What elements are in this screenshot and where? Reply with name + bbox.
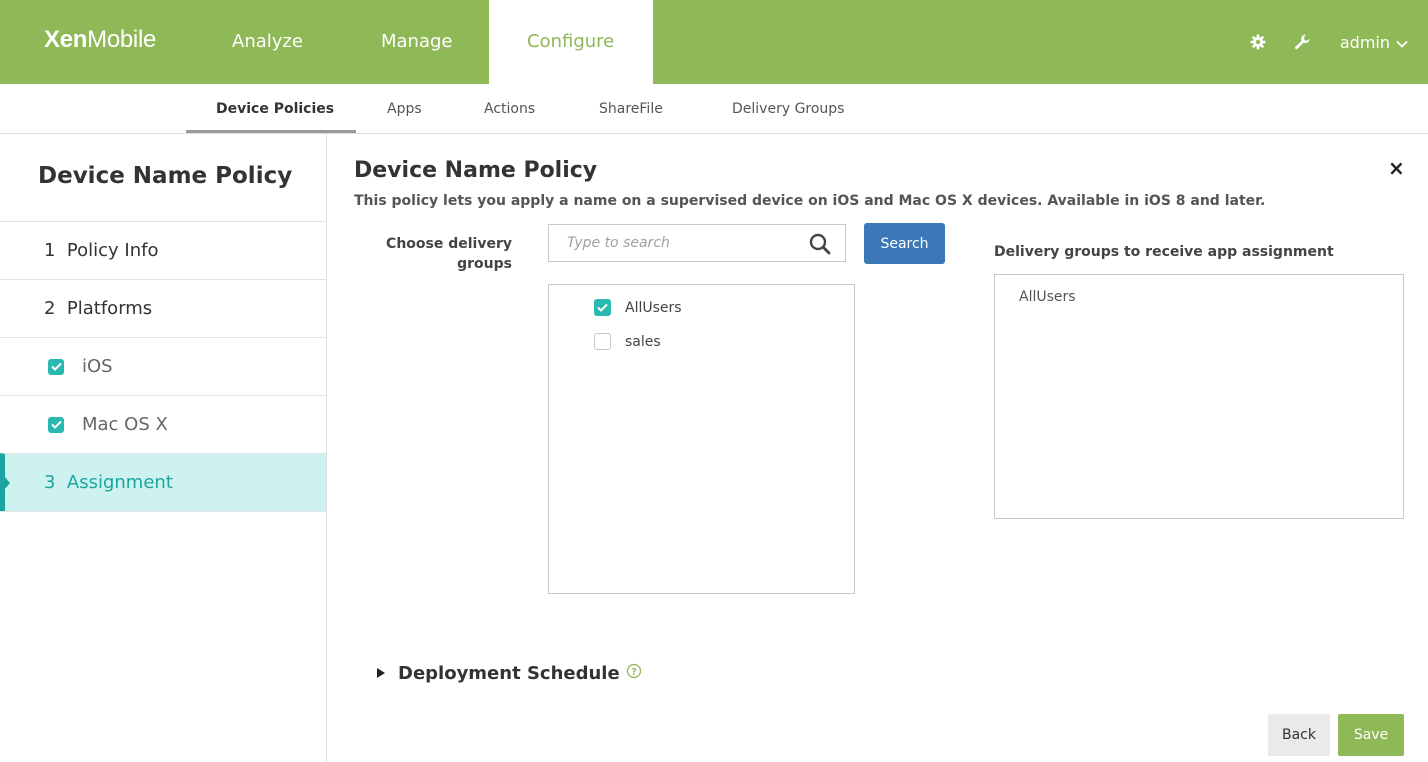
list-item: AllUsers: [1019, 289, 1076, 305]
sidebar-item-ios[interactable]: iOS: [0, 337, 326, 395]
sub-navigation: Device Policies Apps Actions ShareFile D…: [0, 84, 1428, 134]
nav-manage[interactable]: Manage: [381, 0, 453, 84]
sidebar-item-assignment[interactable]: 3 Assignment: [0, 453, 326, 511]
macos-checkbox[interactable]: [48, 416, 64, 433]
wizard-sidebar: Device Name Policy 1 Policy Info 2 Platf…: [0, 135, 327, 762]
check-icon: [597, 303, 608, 312]
logo-light: Mobile: [87, 26, 157, 53]
expand-triangle-icon: [376, 663, 386, 684]
sidebar-item-label: Mac OS X: [82, 414, 168, 435]
close-icon[interactable]: ×: [1388, 156, 1405, 180]
sidebar-divider: [0, 511, 326, 512]
sidebar-item-label: 3 Assignment: [44, 472, 173, 493]
top-right-controls: admin: [1250, 0, 1408, 84]
subnav-apps[interactable]: Apps: [387, 84, 422, 134]
subnav-actions[interactable]: Actions: [484, 84, 535, 134]
active-tab-indicator: [186, 130, 356, 133]
group-label: AllUsers: [625, 299, 682, 316]
admin-label: admin: [1339, 32, 1390, 52]
page-title: Device Name Policy: [354, 158, 598, 183]
sidebar-item-policy-info[interactable]: 1 Policy Info: [0, 221, 326, 279]
delivery-groups-list: AllUsers sales: [548, 284, 855, 594]
subnav-device-policies[interactable]: Device Policies: [216, 84, 334, 134]
subnav-sharefile[interactable]: ShareFile: [599, 84, 663, 134]
choose-delivery-groups-label: Choose delivery groups: [386, 236, 512, 272]
ios-checkbox[interactable]: [48, 358, 64, 375]
back-button[interactable]: Back: [1268, 714, 1330, 756]
save-button[interactable]: Save: [1338, 714, 1404, 756]
chevron-down-icon: [1396, 33, 1408, 52]
allusers-checkbox[interactable]: [594, 299, 611, 316]
search-button[interactable]: Search: [864, 223, 945, 264]
subnav-delivery-groups[interactable]: Delivery Groups: [732, 84, 844, 134]
search-input[interactable]: [549, 225, 799, 261]
admin-menu[interactable]: admin: [1340, 33, 1408, 52]
assigned-groups-list: AllUsers: [994, 274, 1404, 519]
list-item[interactable]: AllUsers: [594, 299, 682, 316]
sidebar-item-platforms[interactable]: 2 Platforms: [0, 279, 326, 337]
check-icon: [50, 420, 62, 429]
logo-bold: Xen: [44, 26, 88, 53]
assigned-groups-label: Delivery groups to receive app assignmen…: [994, 244, 1334, 260]
deployment-schedule-label: Deployment Schedule: [398, 663, 620, 684]
xenmobile-logo[interactable]: XenMobile: [44, 26, 156, 54]
sidebar-title: Device Name Policy: [38, 163, 293, 189]
search-icon[interactable]: [809, 233, 831, 259]
list-item[interactable]: sales: [594, 333, 661, 350]
search-field: [548, 224, 846, 262]
nav-analyze[interactable]: Analyze: [232, 0, 303, 84]
deployment-schedule-toggle[interactable]: Deployment Schedule ?: [376, 663, 642, 684]
sidebar-item-label: 1 Policy Info: [44, 240, 159, 261]
page-description: This policy lets you apply a name on a s…: [354, 193, 1266, 209]
nav-configure[interactable]: Configure: [489, 0, 653, 84]
sidebar-item-label: 2 Platforms: [44, 298, 153, 319]
top-navigation-bar: XenMobile Analyze Manage Configure admin: [0, 0, 1428, 84]
group-label: sales: [625, 333, 661, 350]
svg-text:?: ?: [631, 668, 636, 678]
wrench-icon[interactable]: [1294, 33, 1312, 51]
sidebar-item-label: iOS: [82, 356, 113, 377]
help-icon[interactable]: ?: [626, 663, 642, 684]
sales-checkbox[interactable]: [594, 333, 611, 350]
sidebar-item-macos[interactable]: Mac OS X: [0, 395, 326, 453]
gear-icon[interactable]: [1250, 34, 1266, 50]
check-icon: [50, 362, 62, 371]
